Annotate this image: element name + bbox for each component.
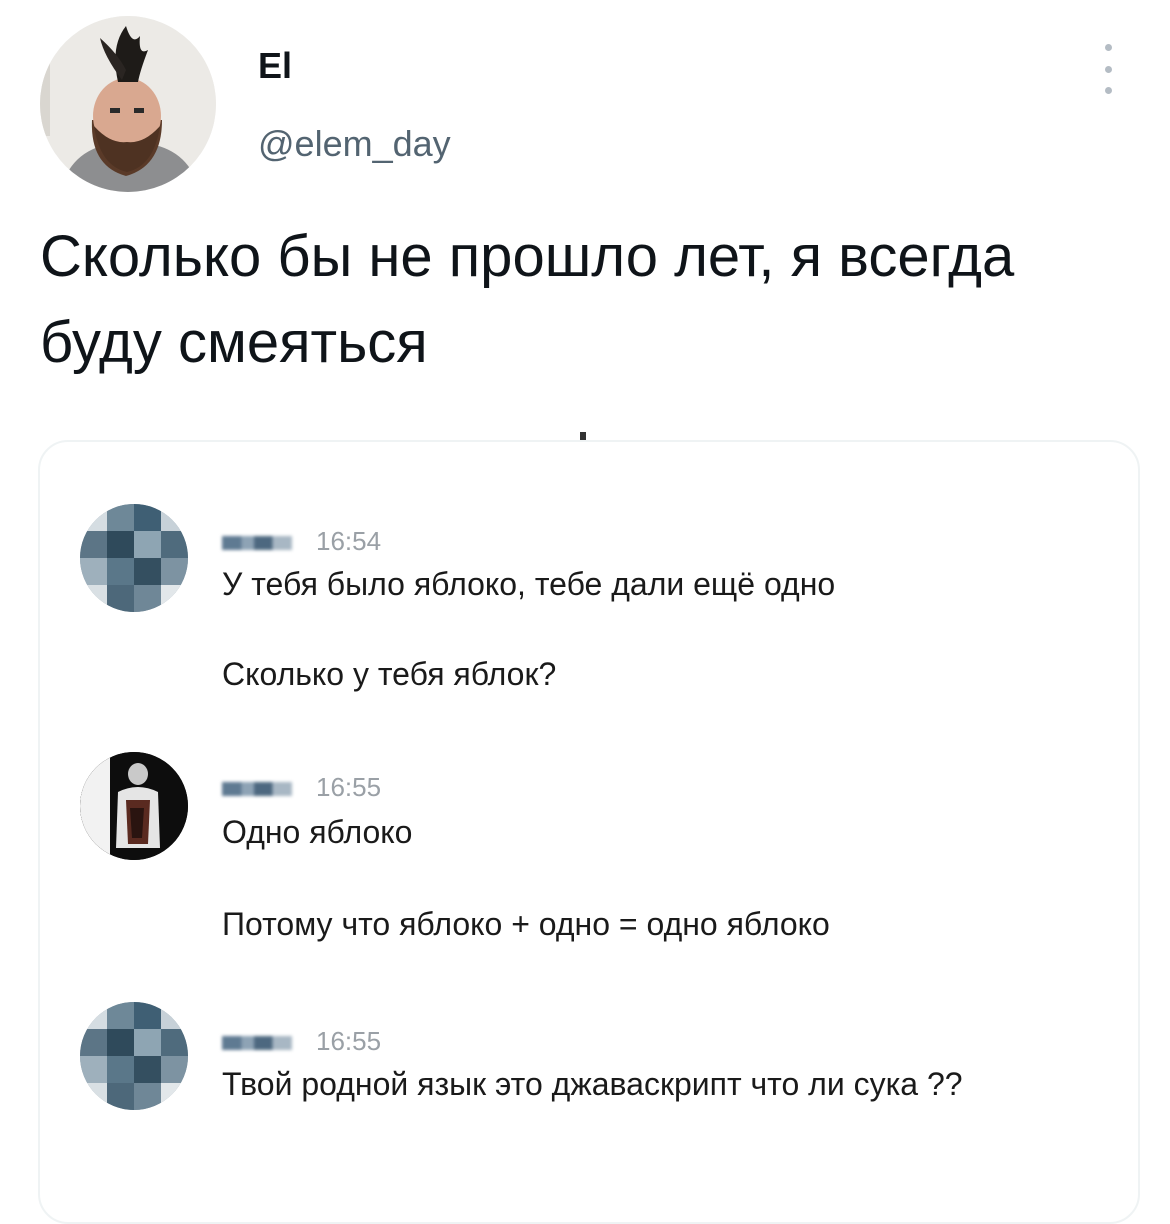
pixelated-avatar-image	[80, 1002, 188, 1110]
more-vertical-icon[interactable]	[1096, 44, 1120, 94]
pixelated-avatar	[80, 504, 188, 612]
blurred-username	[222, 1036, 292, 1050]
message-text: Потому что яблоко + одно = одно яблоко	[222, 906, 830, 942]
blurred-username	[222, 782, 292, 796]
more-dot	[1104, 44, 1112, 51]
message-text: Одно яблоко	[222, 814, 413, 850]
message-time: 16:55	[316, 772, 382, 802]
pixelated-avatar	[80, 1002, 188, 1110]
author-avatar[interactable]	[40, 16, 216, 192]
message-text: У тебя было яблоко, тебе дали ещё одно	[222, 566, 836, 602]
message-time: 16:54	[316, 526, 382, 556]
author-display-name[interactable]: El	[258, 44, 292, 88]
message-text: Сколько у тебя яблок?	[222, 656, 557, 692]
tweet-text: Сколько бы не прошло лет, я всегда буду …	[40, 224, 1015, 375]
more-dot	[1104, 87, 1112, 94]
dark-avatar	[80, 752, 188, 860]
message-time: 16:55	[316, 1026, 382, 1056]
author-avatar-image	[40, 16, 216, 192]
pixelated-avatar-image	[80, 504, 188, 612]
tweet-media-card[interactable]: 16:54 У тебя было яблоко, тебе дали ещё …	[38, 440, 1140, 1224]
image-artifact	[580, 432, 586, 440]
blurred-username	[222, 536, 292, 550]
dark-avatar-image	[80, 752, 188, 860]
message-text: Твой родной язык это джаваскрипт что ли …	[222, 1066, 963, 1102]
author-handle[interactable]: @elem_day	[258, 122, 451, 166]
more-dot	[1104, 65, 1112, 73]
